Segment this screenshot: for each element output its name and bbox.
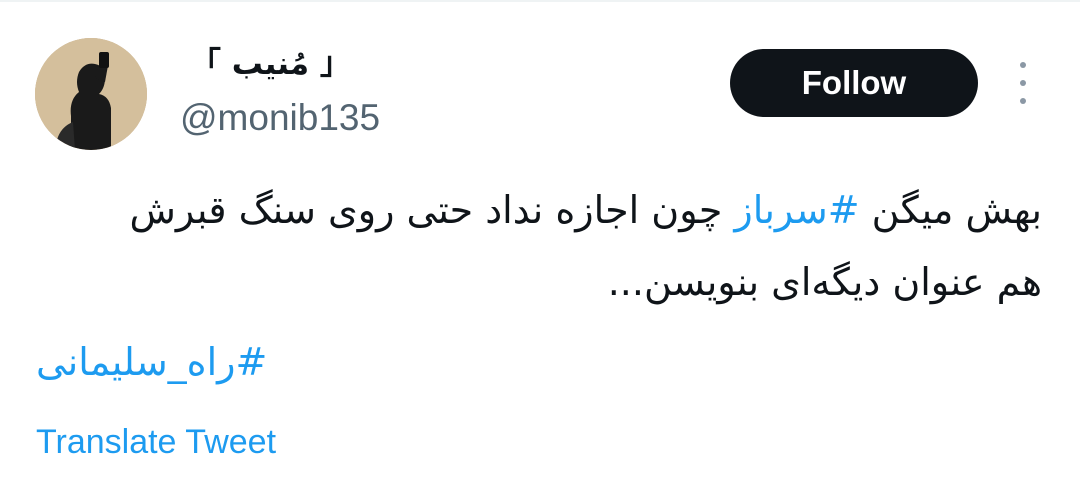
tweet-text-start: بهش میگن <box>859 188 1042 232</box>
hashtag-link[interactable]: #سرباز <box>734 188 859 232</box>
follow-button[interactable]: Follow <box>730 49 978 117</box>
dot <box>1020 98 1026 104</box>
dot <box>1020 80 1026 86</box>
translate-tweet-link[interactable]: Translate Tweet <box>36 420 276 464</box>
tweet-card: 「 مُنیب 」 @monib135 Follow بهش میگن #سرب… <box>0 0 1080 487</box>
more-vertical-icon[interactable] <box>1007 62 1039 104</box>
hashtag-link-footer[interactable]: #راه_سلیمانی <box>36 326 267 398</box>
dot <box>1020 62 1026 68</box>
avatar[interactable] <box>35 38 147 150</box>
handle[interactable]: @monib135 <box>180 96 380 140</box>
avatar-image <box>35 38 147 150</box>
tweet-text: بهش میگن #سرباز چون اجازه نداد حتی روی س… <box>82 174 1042 318</box>
display-name[interactable]: 「 مُنیب 」 <box>190 44 351 84</box>
divider <box>0 0 1080 2</box>
